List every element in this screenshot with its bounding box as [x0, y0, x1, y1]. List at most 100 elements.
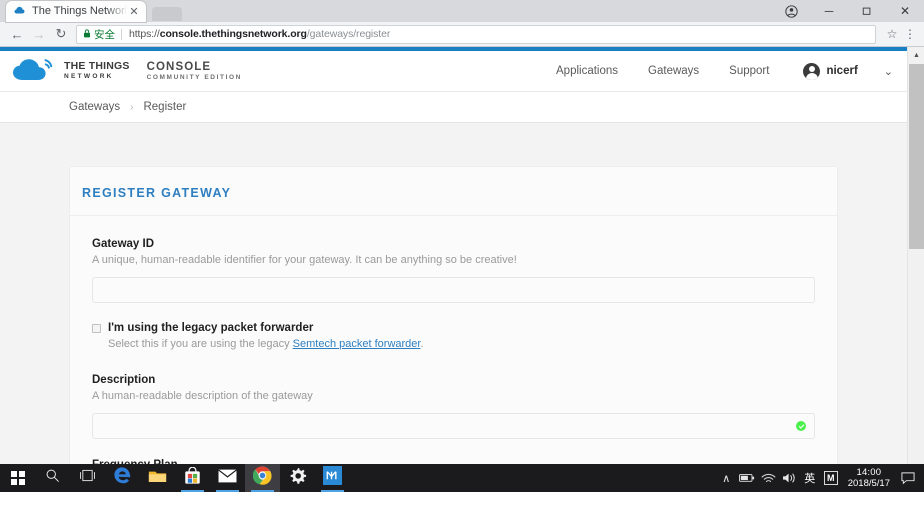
app-button[interactable] [315, 464, 350, 492]
legacy-texts: I'm using the legacy packet forwarder Se… [108, 321, 424, 352]
semtech-packet-forwarder-link[interactable]: Semtech packet forwarder [293, 338, 421, 350]
search-button[interactable] [35, 464, 70, 492]
nav-item-applications[interactable]: Applications [556, 65, 618, 77]
breadcrumb-separator-icon: › [130, 102, 133, 113]
legacy-packet-forwarder-checkbox[interactable] [92, 324, 101, 333]
nav-item-gateways[interactable]: Gateways [648, 65, 699, 77]
site-header: THE THINGS NETWORK CONSOLE COMMUNITY EDI… [0, 51, 907, 92]
console-wordmark: CONSOLE COMMUNITY EDITION [147, 61, 242, 82]
task-view-button[interactable] [70, 464, 105, 492]
gateway-id-help: A unique, human-readable identifier for … [92, 253, 815, 268]
page-viewport: THE THINGS NETWORK CONSOLE COMMUNITY EDI… [0, 47, 924, 492]
legacy-help-prefix: Select this if you are using the legacy [108, 338, 293, 350]
windows-taskbar: ∧ [0, 464, 924, 492]
clock-date: 2018/5/17 [848, 478, 890, 489]
avatar [803, 63, 820, 80]
logo-wordmark: THE THINGS NETWORK [64, 61, 130, 81]
cloud-icon [14, 5, 27, 18]
profile-avatar-icon[interactable] [772, 0, 810, 22]
browser-toolbar: ← → ↻ 安全 https://console.thethingsnetwor… [0, 22, 924, 47]
legacy-packet-forwarder-row[interactable]: I'm using the legacy packet forwarder Se… [92, 321, 815, 352]
store-button[interactable] [175, 464, 210, 492]
folder-icon [148, 468, 167, 489]
legacy-packet-forwarder-label: I'm using the legacy packet forwarder [108, 321, 424, 336]
mail-icon [218, 469, 237, 488]
content-area: REGISTER GATEWAY Gateway ID A unique, hu… [0, 166, 907, 492]
file-explorer-button[interactable] [140, 464, 175, 492]
address-bar[interactable]: 安全 https://console.thethingsnetwork.org/… [76, 25, 876, 44]
browser-window: The Things Network Co ✕ ─ ✕ ← → [0, 0, 924, 492]
new-tab-button[interactable] [152, 7, 182, 21]
chrome-button[interactable] [245, 464, 280, 492]
tab-strip: The Things Network Co ✕ ─ ✕ [0, 0, 924, 22]
user-menu[interactable]: nicerf ⌄ [803, 63, 893, 80]
register-gateway-card: REGISTER GATEWAY Gateway ID A unique, hu… [69, 166, 838, 492]
nav-item-support[interactable]: Support [729, 65, 769, 77]
description-label: Description [92, 372, 815, 388]
window-controls: ─ ✕ [772, 0, 924, 22]
ime-language-indicator[interactable]: 英 [800, 470, 820, 486]
card-header: REGISTER GATEWAY [70, 167, 837, 216]
notification-icon[interactable] [896, 464, 920, 492]
chevron-down-icon[interactable]: ⌄ [884, 65, 893, 78]
username-label: nicerf [826, 65, 857, 77]
console-subtitle: COMMUNITY EDITION [147, 73, 242, 82]
task-view-icon [79, 469, 96, 487]
tab-close-icon[interactable]: ✕ [128, 6, 140, 18]
chrome-menu-icon[interactable]: ⋮ [902, 27, 918, 41]
tray-overflow-icon[interactable]: ∧ [716, 464, 737, 492]
tab-title: The Things Network Co [32, 1, 126, 22]
search-icon [45, 468, 60, 488]
app-running-indicator [321, 490, 344, 492]
url-path: /gateways/register [307, 28, 390, 40]
lock-icon [83, 29, 91, 40]
chrome-icon [253, 466, 272, 490]
edge-icon [113, 466, 132, 490]
app-icon [323, 466, 342, 490]
gateway-id-label: Gateway ID [92, 236, 815, 252]
description-input[interactable] [92, 413, 815, 439]
clock[interactable]: 14:00 2018/5/17 [842, 467, 896, 489]
reload-icon[interactable]: ↻ [50, 23, 72, 45]
chrome-running-indicator [251, 490, 274, 492]
scrollbar-thumb[interactable] [909, 64, 924, 249]
page-scrollbar[interactable]: ▲ ▼ [907, 47, 924, 492]
bookmark-star-icon[interactable]: ☆ [882, 27, 902, 41]
legacy-packet-forwarder-help: Select this if you are using the legacy … [108, 337, 424, 352]
settings-button[interactable] [280, 464, 315, 492]
back-icon[interactable]: ← [6, 23, 28, 45]
ttn-cloud-icon [12, 58, 58, 84]
breadcrumb-item-gateways[interactable]: Gateways [69, 101, 120, 113]
site-logo[interactable]: THE THINGS NETWORK [12, 58, 130, 84]
volume-icon[interactable] [779, 464, 800, 492]
legacy-help-suffix: . [420, 338, 423, 350]
url-scheme: https:// [129, 28, 160, 40]
breadcrumb-item-register: Register [143, 101, 186, 113]
check-circle-icon [796, 421, 806, 431]
windows-logo-icon [11, 471, 25, 485]
mail-button[interactable] [210, 464, 245, 492]
minimize-button[interactable]: ─ [810, 0, 848, 22]
forward-icon[interactable]: → [28, 23, 50, 45]
start-button[interactable] [0, 464, 35, 492]
gear-icon [289, 467, 307, 490]
field-description: Description A human-readable description… [92, 372, 815, 439]
gateway-id-input[interactable] [92, 277, 815, 303]
browser-tab[interactable]: The Things Network Co ✕ [6, 1, 146, 22]
tray-app-badge[interactable]: M [824, 471, 838, 485]
clock-time: 14:00 [848, 467, 890, 478]
wifi-icon[interactable] [758, 464, 779, 492]
maximize-button[interactable] [848, 0, 886, 22]
edge-button[interactable] [105, 464, 140, 492]
description-help: A human-readable description of the gate… [92, 389, 815, 404]
logo-line-1: THE THINGS [64, 61, 130, 72]
main-nav: Applications Gateways Support nicerf ⌄ [526, 63, 907, 80]
mail-running-indicator [216, 490, 239, 492]
breadcrumb: Gateways › Register [0, 92, 907, 123]
battery-icon[interactable] [737, 464, 758, 492]
close-button[interactable]: ✕ [886, 0, 924, 22]
store-icon [184, 467, 201, 490]
scroll-up-icon[interactable]: ▲ [908, 47, 924, 64]
system-tray: ∧ [716, 464, 924, 492]
page-title: REGISTER GATEWAY [82, 186, 231, 200]
